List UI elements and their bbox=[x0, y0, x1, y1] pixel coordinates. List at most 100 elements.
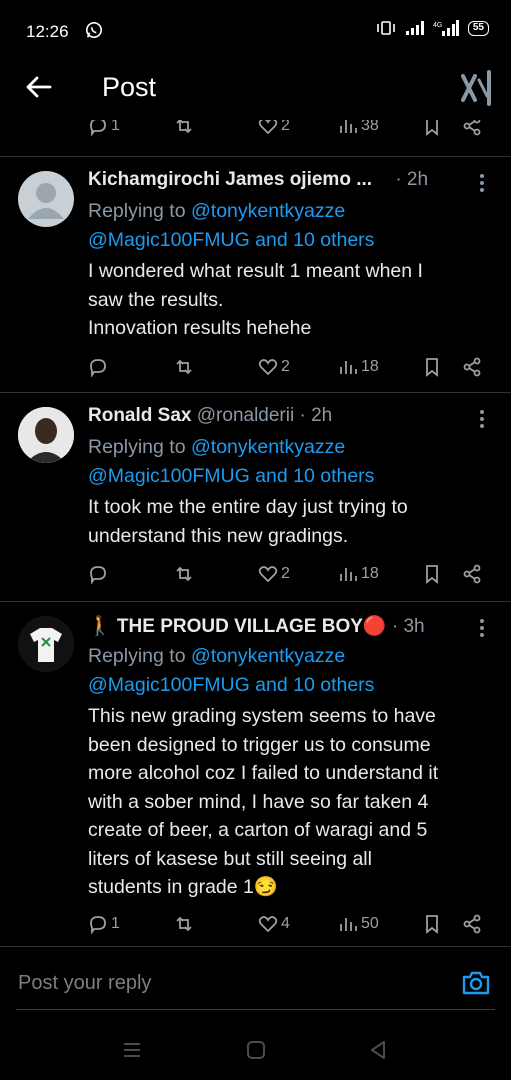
tweet-actions: 1 4 50 bbox=[88, 914, 488, 938]
mention-link[interactable]: @Magic100FMUG and 10 others bbox=[88, 465, 374, 487]
bookmark-button[interactable] bbox=[422, 564, 442, 584]
share-button[interactable] bbox=[462, 914, 482, 934]
bookmark-button[interactable] bbox=[422, 357, 442, 377]
heart-icon bbox=[258, 359, 278, 376]
profile-photo bbox=[18, 616, 74, 672]
tweet-time: · 2h bbox=[395, 169, 429, 190]
mention-link[interactable]: @Magic100FMUG and 10 others bbox=[88, 229, 374, 251]
like-button[interactable]: 2 bbox=[258, 120, 290, 136]
more-options-icon[interactable] bbox=[479, 173, 485, 193]
reply-tweet[interactable]: Kichamgirochi James ojiemo ... · 2h Repl… bbox=[0, 157, 511, 392]
bookmark-button[interactable] bbox=[422, 120, 442, 136]
reply-button[interactable]: 1 bbox=[88, 914, 120, 934]
like-button[interactable]: 2 bbox=[258, 357, 290, 377]
tweet-text: It took me the entire day just trying to… bbox=[88, 496, 408, 547]
mention-link[interactable]: @tonykentkyazze bbox=[191, 645, 345, 667]
home-icon[interactable] bbox=[244, 1038, 268, 1062]
repost-button[interactable] bbox=[174, 357, 194, 377]
reply-input[interactable]: Post your reply bbox=[18, 972, 151, 995]
svg-text:4G: 4G bbox=[433, 22, 442, 29]
author-name[interactable]: 🚶 THE PROUD VILLAGE BOY🔴 bbox=[88, 616, 387, 637]
top-post-actions: 1 2 38 bbox=[88, 120, 488, 140]
avatar[interactable] bbox=[18, 407, 74, 463]
views-button[interactable]: 50 bbox=[338, 914, 379, 934]
views-icon bbox=[340, 918, 357, 931]
share-icon bbox=[463, 914, 481, 934]
tweet-header: Ronald Sax @ronalderii · 2h bbox=[88, 405, 332, 427]
status-time: 12:26 bbox=[26, 22, 69, 41]
repost-button[interactable] bbox=[174, 914, 194, 934]
views-icon bbox=[340, 361, 357, 374]
bookmark-icon bbox=[426, 358, 438, 377]
author-name[interactable]: Kichamgirochi James ojiemo ... bbox=[88, 169, 372, 190]
author-handle[interactable]: @ronalderii bbox=[197, 405, 294, 426]
mention-link[interactable]: @Magic100FMUG and 10 others bbox=[88, 674, 374, 696]
repost-icon bbox=[176, 120, 192, 134]
repost-button[interactable] bbox=[174, 120, 194, 136]
mention-link[interactable]: @tonykentkyazze bbox=[191, 200, 345, 222]
system-nav-bar bbox=[0, 1020, 511, 1080]
tweet-header: Kichamgirochi James ojiemo ... · 2h bbox=[88, 169, 428, 191]
tweet-header: 🚶 THE PROUD VILLAGE BOY🔴 · 3h bbox=[88, 614, 425, 638]
grok-icon[interactable] bbox=[461, 70, 493, 106]
heart-icon bbox=[258, 120, 278, 135]
reply-icon bbox=[90, 916, 106, 934]
reply-button[interactable] bbox=[88, 564, 111, 584]
like-button[interactable]: 2 bbox=[258, 564, 290, 584]
share-button[interactable] bbox=[462, 564, 482, 584]
share-icon bbox=[463, 120, 481, 136]
signal-4g-icon: 4G bbox=[433, 20, 459, 36]
bookmark-icon bbox=[426, 120, 438, 136]
tweet-time: · 3h bbox=[391, 616, 425, 637]
views-button[interactable]: 18 bbox=[338, 564, 379, 584]
divider bbox=[0, 946, 511, 947]
reply-tweet[interactable]: Ronald Sax @ronalderii · 2h Replying to … bbox=[0, 393, 511, 601]
reply-icon bbox=[90, 359, 106, 377]
repost-button[interactable] bbox=[174, 564, 194, 584]
tweet-actions: 2 18 bbox=[88, 564, 488, 588]
share-button[interactable] bbox=[462, 357, 482, 377]
share-icon bbox=[463, 357, 481, 377]
mention-link[interactable]: @tonykentkyazze bbox=[191, 436, 345, 458]
whatsapp-icon bbox=[85, 21, 103, 39]
more-options-icon[interactable] bbox=[479, 409, 485, 429]
repost-icon bbox=[176, 916, 192, 932]
reply-composer[interactable]: Post your reply bbox=[0, 958, 511, 1014]
share-button[interactable] bbox=[462, 120, 482, 136]
reply-tweet[interactable]: 🚶 THE PROUD VILLAGE BOY🔴 · 3h Replying t… bbox=[0, 602, 511, 946]
status-icons: 4G 55 bbox=[375, 20, 489, 36]
reply-button[interactable]: 1 bbox=[88, 120, 120, 136]
tweet-actions: 2 18 bbox=[88, 357, 488, 381]
share-icon bbox=[463, 564, 481, 584]
page-title: Post bbox=[102, 72, 157, 102]
back-icon[interactable] bbox=[366, 1038, 390, 1062]
reply-icon bbox=[90, 566, 106, 584]
bookmark-icon bbox=[426, 565, 438, 584]
header: Post bbox=[0, 62, 511, 116]
bookmark-button[interactable] bbox=[422, 914, 442, 934]
replying-to: Replying to @tonykentkyazze @Magic100FMU… bbox=[88, 436, 375, 487]
reply-icon bbox=[90, 120, 106, 136]
bookmark-icon bbox=[426, 915, 438, 934]
camera-icon[interactable] bbox=[461, 968, 491, 998]
heart-icon bbox=[258, 566, 278, 583]
like-button[interactable]: 4 bbox=[258, 914, 290, 934]
views-button[interactable]: 18 bbox=[338, 357, 379, 377]
views-icon bbox=[340, 120, 357, 133]
replying-to: Replying to @tonykentkyazze @Magic100FMU… bbox=[88, 200, 375, 251]
vibrate-icon bbox=[377, 21, 395, 35]
signal-icon bbox=[405, 21, 424, 35]
avatar[interactable] bbox=[18, 171, 74, 227]
divider bbox=[16, 1009, 495, 1010]
reply-button[interactable] bbox=[88, 357, 111, 377]
default-avatar-icon bbox=[28, 183, 64, 219]
repost-icon bbox=[176, 359, 192, 375]
views-button[interactable]: 38 bbox=[338, 120, 379, 136]
status-bar: 12:26 4G 55 bbox=[0, 0, 511, 62]
avatar[interactable] bbox=[18, 616, 74, 672]
more-options-icon[interactable] bbox=[479, 618, 485, 638]
menu-icon[interactable] bbox=[120, 1038, 144, 1062]
author-name[interactable]: Ronald Sax bbox=[88, 405, 191, 426]
profile-photo bbox=[18, 407, 74, 463]
back-arrow-icon[interactable] bbox=[24, 72, 54, 102]
